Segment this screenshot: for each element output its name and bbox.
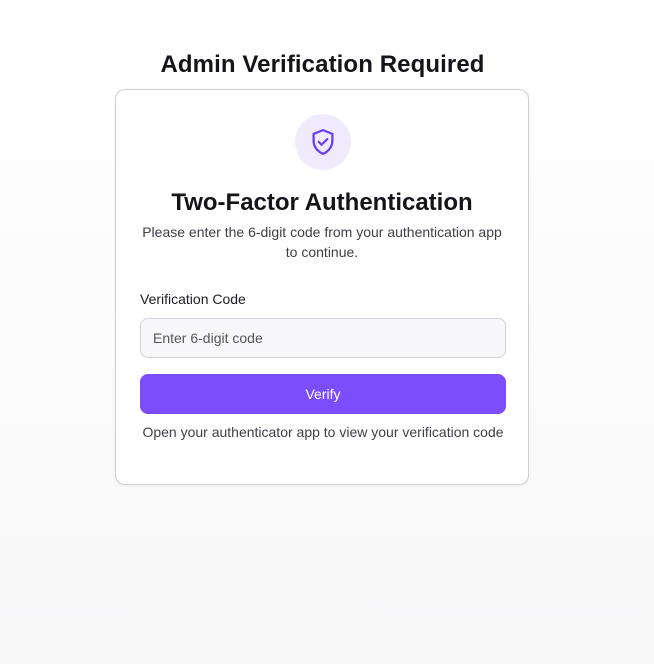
helper-text: Open your authenticator app to view your… xyxy=(142,424,504,440)
card-description: Please enter the 6-digit code from your … xyxy=(142,224,502,260)
verification-code-label: Verification Code xyxy=(140,291,246,307)
verification-code-input[interactable] xyxy=(140,318,506,358)
two-factor-card: Two-Factor Authentication Please enter t… xyxy=(115,89,529,485)
card-title: Two-Factor Authentication xyxy=(171,189,473,216)
verify-button[interactable]: Verify xyxy=(140,374,506,414)
page-title: Admin Verification Required xyxy=(160,51,485,79)
shield-check-icon xyxy=(308,127,338,157)
shield-badge xyxy=(295,114,351,170)
